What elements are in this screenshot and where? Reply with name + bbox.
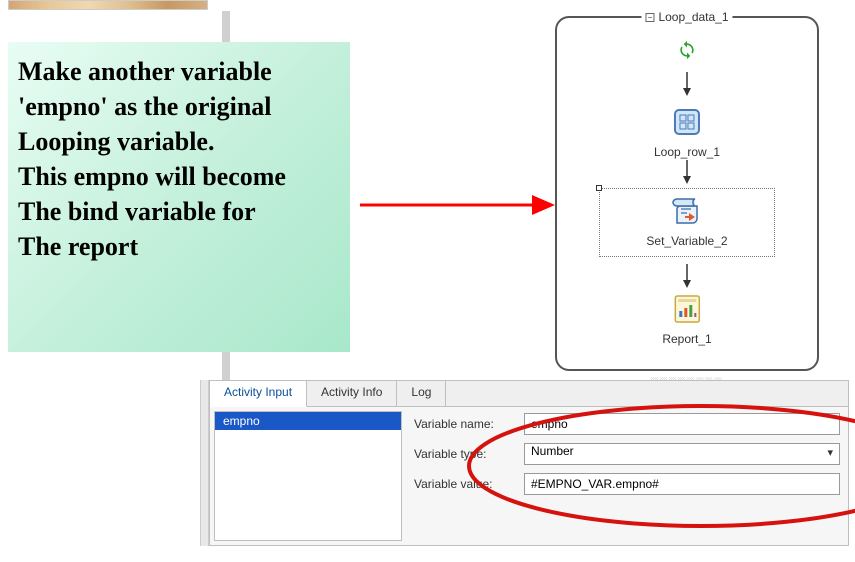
tab-activity-input[interactable]: Activity Input bbox=[210, 381, 307, 407]
panel-tabs: Activity Input Activity Info Log bbox=[210, 381, 848, 407]
report-node[interactable]: Report_1 bbox=[662, 293, 711, 346]
list-item[interactable]: empno bbox=[215, 412, 401, 430]
report-label: Report_1 bbox=[662, 332, 711, 346]
variable-type-value: Number bbox=[531, 444, 574, 458]
tab-activity-info[interactable]: Activity Info bbox=[307, 381, 397, 406]
thumbnail-strip bbox=[8, 0, 208, 10]
loop-data-container[interactable]: − Loop_data_1 Loop_row_1 bbox=[555, 16, 819, 371]
loop-row-node[interactable]: Loop_row_1 bbox=[654, 106, 720, 159]
variable-type-select[interactable]: Number bbox=[524, 443, 840, 465]
selection-handle[interactable] bbox=[596, 185, 602, 191]
properties-panel: Activity Input Activity Info Log empno V… bbox=[209, 380, 849, 546]
variable-name-input[interactable] bbox=[524, 413, 840, 435]
red-arrow bbox=[360, 185, 555, 225]
var-type-label: Variable type: bbox=[414, 447, 514, 461]
workflow-canvas[interactable]: − Loop_data_1 Loop_row_1 bbox=[555, 16, 819, 371]
report-chart-icon bbox=[671, 293, 703, 325]
tab-log[interactable]: Log bbox=[397, 381, 446, 406]
flow-arrow-icon bbox=[681, 72, 693, 98]
flow-arrow-icon bbox=[681, 264, 693, 290]
loop-row-label: Loop_row_1 bbox=[654, 145, 720, 159]
variable-list[interactable]: empno bbox=[214, 411, 402, 541]
set-variable-node[interactable]: Set_Variable_2 bbox=[599, 188, 775, 257]
loop-icon bbox=[677, 40, 697, 60]
scroll-arrow-icon bbox=[671, 195, 703, 227]
loop-data-label: Loop_data_1 bbox=[658, 10, 728, 24]
annotation-note: Make another variable 'empno' as the ori… bbox=[8, 42, 350, 352]
vertical-divider-2 bbox=[200, 380, 209, 546]
flow-arrow-icon bbox=[681, 160, 693, 186]
grid-icon bbox=[671, 106, 703, 138]
loop-data-header[interactable]: − Loop_data_1 bbox=[641, 10, 732, 24]
var-name-label: Variable name: bbox=[414, 417, 514, 431]
collapse-icon[interactable]: − bbox=[645, 13, 654, 22]
set-variable-label: Set_Variable_2 bbox=[600, 234, 774, 248]
var-value-label: Variable value: bbox=[414, 477, 514, 491]
variable-value-input[interactable] bbox=[524, 473, 840, 495]
variable-fields: Variable name: Variable type: Number Var… bbox=[406, 407, 848, 545]
